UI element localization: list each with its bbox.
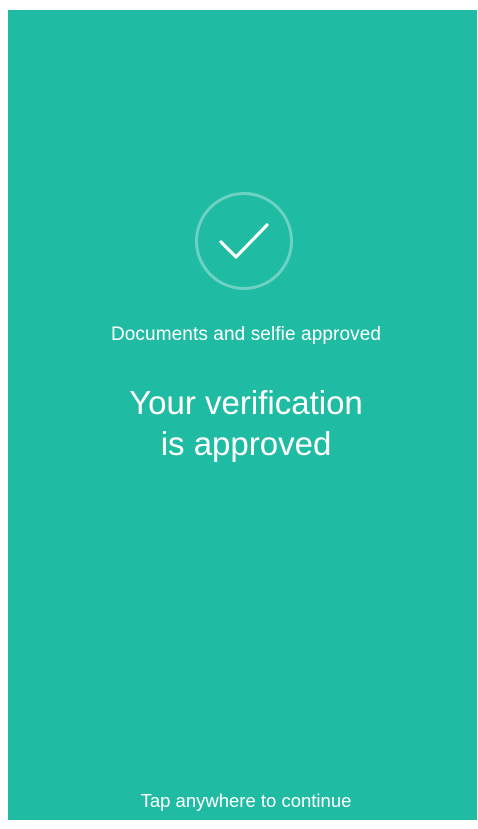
page-title: Your verification is approved bbox=[8, 382, 478, 464]
checkmark-circle-icon bbox=[195, 192, 293, 290]
verification-approved-screen[interactable]: Documents and selfie approved Your verif… bbox=[8, 10, 477, 820]
tap-to-continue-hint[interactable]: Tap anywhere to continue bbox=[8, 790, 478, 812]
headline-line-1: Your verification bbox=[129, 384, 363, 421]
status-subtitle: Documents and selfie approved bbox=[110, 324, 382, 345]
headline-line-2: is approved bbox=[160, 425, 332, 462]
